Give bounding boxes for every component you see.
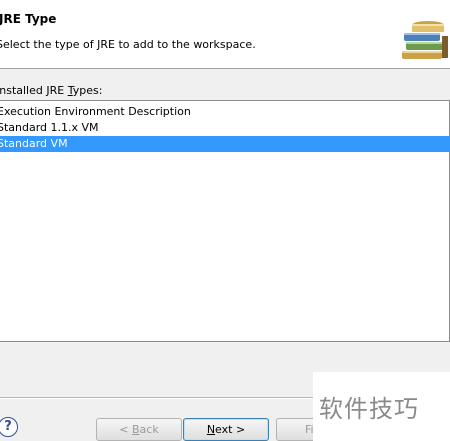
page-title: JRE Type <box>0 12 57 26</box>
books-stack-icon <box>402 21 448 59</box>
page-description: Select the type of JRE to add to the wor… <box>0 38 256 51</box>
list-item[interactable]: Standard 1.1.x VM <box>0 120 450 136</box>
jre-type-list[interactable]: Execution Environment Description Standa… <box>0 100 450 342</box>
list-item-selected[interactable]: Standard VM <box>0 136 450 152</box>
help-icon[interactable]: ? <box>0 417 18 437</box>
installed-jre-types-label: Installed JRE Types: <box>0 84 103 97</box>
watermark: 软件技巧 <box>313 372 450 441</box>
back-button[interactable]: < Back <box>96 418 182 441</box>
watermark-text: 软件技巧 <box>319 395 419 423</box>
next-button[interactable]: Next > <box>183 418 269 441</box>
wizard-header: JRE Type Select the type of JRE to add t… <box>0 0 450 69</box>
list-item[interactable]: Execution Environment Description <box>0 104 450 120</box>
